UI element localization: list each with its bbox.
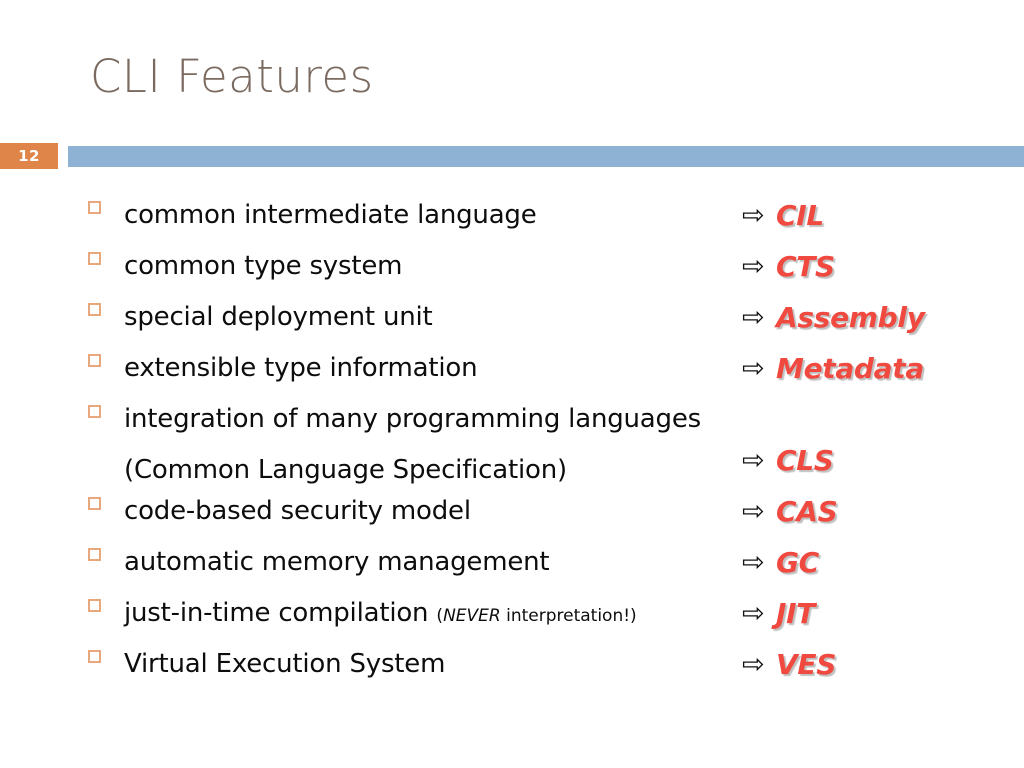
abbreviation-label: JIT — [776, 597, 816, 630]
feature-item[interactable]: integration of many programming language… — [88, 394, 728, 496]
feature-item[interactable]: common type system — [88, 241, 728, 292]
abbreviation-label: Assembly — [776, 301, 925, 334]
feature-item[interactable]: special deployment unit — [88, 292, 728, 343]
feature-list: common intermediate language ⇨ CIL common t… — [0, 172, 1024, 732]
square-bullet-icon — [88, 252, 101, 265]
right-arrow-icon: ⇨ — [742, 649, 765, 680]
feature-item[interactable]: extensible type information — [88, 343, 728, 394]
abbreviation-label: VES — [776, 648, 837, 681]
abbreviation-label: CLS — [776, 444, 834, 477]
right-arrow-icon: ⇨ — [742, 200, 765, 231]
right-arrow-icon: ⇨ — [742, 251, 765, 282]
feature-label: special deployment unit — [124, 302, 433, 332]
abbreviation-item: ⇨ JIT — [742, 588, 815, 639]
feature-item[interactable]: automatic memory management — [88, 537, 728, 588]
feature-label: integration of many programming language… — [124, 404, 701, 485]
right-arrow-icon: ⇨ — [742, 445, 765, 476]
page-number-badge: 12 — [0, 143, 58, 169]
abbreviation-label: CIL — [776, 199, 824, 232]
feature-label: Virtual Execution System — [124, 649, 446, 679]
abbreviation-item: ⇨ VES — [742, 639, 836, 690]
feature-item[interactable]: Virtual Execution System — [88, 639, 728, 690]
abbreviation-item: ⇨ Assembly — [742, 292, 925, 343]
abbreviation-label: CTS — [776, 250, 835, 283]
abbreviation-label: Metadata — [776, 352, 924, 385]
note-rest: interpretation!) — [500, 606, 637, 626]
right-arrow-icon: ⇨ — [742, 598, 765, 629]
slide-title: CLI Features — [90, 50, 374, 103]
square-bullet-icon — [88, 497, 101, 510]
feature-item[interactable]: just-in-time compilation (NEVER interpre… — [88, 588, 728, 642]
square-bullet-icon — [88, 650, 101, 663]
feature-label: common type system — [124, 251, 403, 281]
abbreviation-item: ⇨ Metadata — [742, 343, 924, 394]
right-arrow-icon: ⇨ — [742, 547, 765, 578]
feature-note: (NEVER interpretation!) — [436, 606, 636, 626]
square-bullet-icon — [88, 599, 101, 612]
header-band: 12 — [0, 143, 1024, 169]
abbreviation-item: ⇨ CLS — [742, 435, 834, 486]
right-arrow-icon: ⇨ — [742, 353, 765, 384]
square-bullet-icon — [88, 201, 101, 214]
note-emphasis: NEVER — [443, 606, 501, 626]
abbreviation-item: ⇨ CAS — [742, 486, 838, 537]
right-arrow-icon: ⇨ — [742, 496, 765, 527]
feature-label: just-in-time compilation (NEVER interpre… — [124, 598, 637, 628]
feature-label: extensible type information — [124, 353, 478, 383]
abbreviation-label: GC — [776, 546, 819, 579]
abbreviation-item: ⇨ CTS — [742, 241, 835, 292]
feature-item[interactable]: code-based security model — [88, 486, 728, 537]
square-bullet-icon — [88, 303, 101, 316]
feature-item[interactable]: common intermediate language — [88, 190, 728, 241]
abbreviation-item: ⇨ GC — [742, 537, 819, 588]
feature-label: code-based security model — [124, 496, 471, 526]
abbreviation-item: ⇨ CIL — [742, 190, 824, 241]
feature-label: automatic memory management — [124, 547, 550, 577]
right-arrow-icon: ⇨ — [742, 302, 765, 333]
square-bullet-icon — [88, 405, 101, 418]
square-bullet-icon — [88, 354, 101, 367]
header-divider-bar — [68, 146, 1024, 167]
square-bullet-icon — [88, 548, 101, 561]
abbreviation-label: CAS — [776, 495, 838, 528]
feature-label: common intermediate language — [124, 200, 537, 230]
